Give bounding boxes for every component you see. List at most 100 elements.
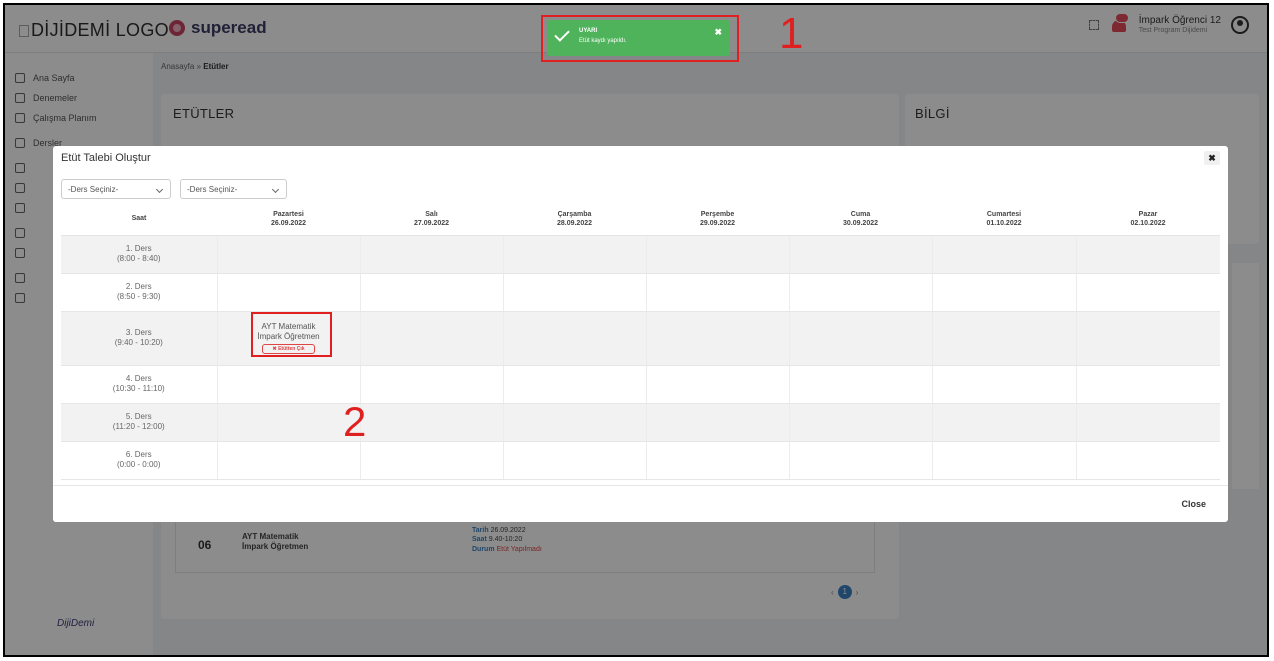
modal-close-icon[interactable]: ✖ (1204, 151, 1220, 165)
header-date: 01.10.2022 (986, 219, 1022, 227)
modal-footer-divider (53, 485, 1228, 486)
slot-time-cell: 4. Ders (10:30 - 11:10) (61, 365, 218, 404)
header-date: 29.09.2022 (699, 219, 736, 227)
slot-cell[interactable] (503, 403, 647, 442)
slot-cell[interactable] (646, 311, 790, 366)
slot-cell[interactable] (932, 235, 1077, 274)
slot-cell[interactable] (217, 441, 361, 480)
header-day: Salı (425, 210, 438, 218)
slot-cell[interactable] (789, 311, 933, 366)
slot-lesson: 6. Ders (125, 449, 152, 459)
header-day: Pazar (1138, 210, 1158, 218)
slot-time-cell: 2. Ders (8:50 - 9:30) (61, 273, 218, 312)
header-thursday: Perşembe 29.09.2022 (646, 203, 789, 236)
slot-cell[interactable] (789, 441, 933, 480)
slot-cell[interactable] (789, 403, 933, 442)
slot-time: (8:50 - 9:30) (116, 292, 161, 301)
slot-time: (11:20 - 12:00) (112, 422, 165, 431)
slot-time: (9:40 - 10:20) (114, 338, 163, 347)
header-friday: Cuma 30.09.2022 (789, 203, 932, 236)
etut-request-modal: Etüt Talebi Oluştur ✖ -Ders Seçiniz- -De… (53, 146, 1228, 522)
slot-cell[interactable] (1076, 441, 1220, 480)
annotation-number-2: 2 (343, 398, 367, 445)
header-date: 30.09.2022 (842, 219, 879, 227)
annotation-number-1: 1 (779, 9, 804, 58)
close-button[interactable]: Close (1181, 499, 1206, 509)
chevron-down-icon (155, 185, 164, 194)
slot-cell[interactable] (360, 311, 504, 366)
slot-cell[interactable] (646, 403, 790, 442)
header-time: Saat (61, 203, 217, 236)
schedule-row: 6. Ders (0:00 - 0:00) (61, 441, 1220, 480)
slot-cell[interactable] (646, 235, 790, 274)
slot-cell[interactable] (1076, 403, 1220, 442)
slot-lesson: 2. Ders (125, 281, 152, 291)
course-select-2-value: -Ders Seçiniz- (187, 185, 238, 194)
slot-cell[interactable] (503, 273, 647, 312)
screenshot-frame: DİJİDEMİ LOGO superead İmpark Öğrenci 12… (3, 3, 1269, 657)
slot-cell[interactable] (932, 403, 1077, 442)
header-day: Saat (131, 215, 147, 223)
slot-cell[interactable] (503, 311, 647, 366)
slot-cell[interactable] (932, 365, 1077, 404)
header-saturday: Cumartesi 01.10.2022 (932, 203, 1076, 236)
header-sunday: Pazar 02.10.2022 (1076, 203, 1220, 236)
slot-cell[interactable] (217, 235, 361, 274)
annotation-box-1 (541, 15, 739, 62)
slot-cell[interactable] (932, 311, 1077, 366)
slot-lesson: 4. Ders (125, 373, 152, 383)
slot-cell[interactable] (360, 441, 504, 480)
header-wednesday: Çarşamba 28.09.2022 (503, 203, 646, 236)
course-select-2[interactable]: -Ders Seçiniz- (180, 179, 287, 199)
header-date: 02.10.2022 (1130, 219, 1166, 227)
slot-cell[interactable] (1076, 365, 1220, 404)
schedule-row: 4. Ders (10:30 - 11:10) (61, 365, 1220, 404)
header-monday: Pazartesi 26.09.2022 (217, 203, 360, 236)
slot-cell[interactable] (789, 235, 933, 274)
slot-cell[interactable] (646, 441, 790, 480)
header-day: Cumartesi (986, 210, 1022, 218)
course-select-1[interactable]: -Ders Seçiniz- (61, 179, 171, 199)
slot-cell[interactable] (360, 273, 504, 312)
slot-lesson: 1. Ders (125, 243, 152, 253)
slot-time-cell: 3. Ders (9:40 - 10:20) (61, 311, 218, 366)
slot-cell[interactable] (217, 403, 361, 442)
slot-cell[interactable] (360, 403, 504, 442)
slot-cell[interactable] (503, 365, 647, 404)
header-day: Perşembe (700, 210, 735, 218)
header-date: 27.09.2022 (413, 219, 450, 227)
schedule-row: 1. Ders (8:00 - 8:40) (61, 235, 1220, 274)
slot-cell[interactable] (646, 365, 790, 404)
slot-cell[interactable] (217, 273, 361, 312)
header-tuesday: Salı 27.09.2022 (360, 203, 503, 236)
header-date: 28.09.2022 (556, 219, 593, 227)
schedule-table: Saat Pazartesi 26.09.2022 Salı 27.09.2022 … (61, 203, 1220, 480)
slot-cell[interactable] (932, 273, 1077, 312)
slot-cell[interactable] (217, 365, 361, 404)
slot-cell[interactable] (1076, 311, 1220, 366)
slot-cell[interactable] (1076, 235, 1220, 274)
slot-cell[interactable] (646, 273, 790, 312)
schedule-header-row: Saat Pazartesi 26.09.2022 Salı 27.09.2022 … (61, 203, 1220, 236)
slot-lesson: 5. Ders (125, 411, 152, 421)
schedule-row: 5. Ders (11:20 - 12:00) (61, 403, 1220, 442)
slot-cell[interactable] (360, 365, 504, 404)
slot-cell[interactable] (360, 235, 504, 274)
slot-time: (10:30 - 11:10) (112, 384, 165, 393)
slot-cell[interactable] (503, 235, 647, 274)
slot-time-cell: 5. Ders (11:20 - 12:00) (61, 403, 218, 442)
header-day: Pazartesi (273, 210, 304, 218)
slot-time-cell: 1. Ders (8:00 - 8:40) (61, 235, 218, 274)
slot-cell[interactable] (503, 441, 647, 480)
slot-cell[interactable] (789, 365, 933, 404)
header-day: Cuma (850, 210, 871, 218)
modal-title: Etüt Talebi Oluştur (61, 152, 151, 164)
course-select-1-value: -Ders Seçiniz- (68, 185, 119, 194)
schedule-row: 3. Ders (9:40 - 10:20) AYT Matematik İmpa… (61, 311, 1220, 366)
slot-cell[interactable] (932, 441, 1077, 480)
slot-cell[interactable] (1076, 273, 1220, 312)
slot-cell[interactable] (789, 273, 933, 312)
slot-lesson: 3. Ders (125, 327, 152, 337)
slot-time: (0:00 - 0:00) (116, 460, 161, 469)
schedule-row: 2. Ders (8:50 - 9:30) (61, 273, 1220, 312)
